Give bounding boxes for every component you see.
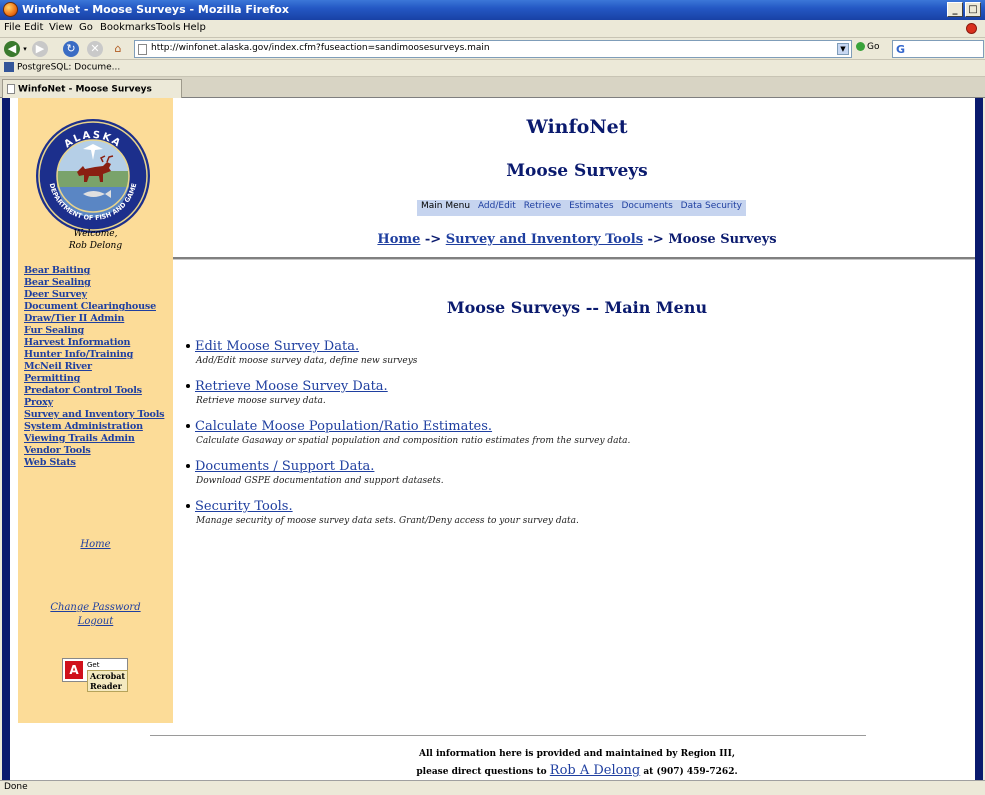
window-title: WinfoNet - Moose Surveys - Mozilla Firef… — [22, 3, 289, 16]
address-url[interactable]: http://winfonet.alaska.gov/index.cfm?fus… — [151, 43, 490, 53]
list-item: Security Tools. Manage security of moose… — [186, 495, 946, 535]
sidebar-item-web-stats[interactable]: Web Stats — [24, 457, 76, 468]
tab-moose-surveys[interactable]: WinfoNet - Moose Surveys — [2, 79, 182, 98]
stop-button[interactable]: ✕ — [87, 41, 103, 57]
security-tools-link[interactable]: Security Tools. — [195, 499, 293, 514]
page-icon — [7, 84, 15, 94]
reload-button[interactable]: ↻ — [63, 41, 79, 57]
browser-window: WinfoNet - Moose Surveys - Mozilla Firef… — [0, 0, 985, 795]
change-password-link[interactable]: Change Password — [18, 602, 173, 613]
acrobat-brand-1: Acrobat — [90, 671, 126, 681]
breadcrumb-home[interactable]: Home — [377, 232, 420, 247]
breadcrumb: Home -> Survey and Inventory Tools -> Mo… — [173, 232, 975, 247]
breadcrumb-separator: -> — [420, 232, 446, 247]
list-item: Calculate Moose Population/Ratio Estimat… — [186, 415, 946, 455]
search-box[interactable]: G — [892, 40, 984, 58]
search-engine-icon[interactable]: G — [896, 43, 905, 56]
bullet-icon — [186, 423, 190, 428]
address-bar[interactable]: http://winfonet.alaska.gov/index.cfm?fus… — [134, 40, 852, 58]
welcome-user: Rob Delong — [68, 241, 123, 251]
maximize-button[interactable]: □ — [965, 2, 981, 17]
item-description: Retrieve moose survey data. — [196, 396, 326, 406]
menu-bookmarks[interactable]: Bookmarks — [100, 22, 156, 33]
back-dropdown-icon[interactable]: ▾ — [21, 41, 29, 57]
documents-support-data-link[interactable]: Documents / Support Data. — [195, 459, 374, 474]
activity-indicator-icon — [966, 23, 977, 34]
top-nav: Main Menu Add/Edit Retrieve Estimates Do… — [417, 200, 746, 216]
main-menu-list: Edit Moose Survey Data. Add/Edit moose s… — [186, 335, 946, 535]
topnav-documents[interactable]: Documents — [621, 201, 672, 211]
item-description: Manage security of moose survey data set… — [196, 516, 579, 526]
breadcrumb-survey-inventory-tools[interactable]: Survey and Inventory Tools — [446, 232, 643, 247]
get-acrobat-reader-button[interactable]: A Get Acrobat Reader — [62, 658, 129, 692]
item-description: Calculate Gasaway or spatial population … — [196, 436, 631, 446]
home-button[interactable]: ⌂ — [110, 41, 126, 57]
site-title: WinfoNet — [526, 116, 628, 138]
app-title: Moose Surveys — [506, 161, 648, 181]
retrieve-moose-survey-data-link[interactable]: Retrieve Moose Survey Data. — [195, 379, 388, 394]
bookmarks-toolbar: PostgreSQL: Docume... — [0, 60, 985, 77]
topnav-main-menu[interactable]: Main Menu — [421, 201, 470, 211]
status-text: Done — [4, 782, 28, 792]
welcome-label: Welcome, — [73, 229, 118, 239]
title-bar: WinfoNet - Moose Surveys - Mozilla Firef… — [0, 0, 985, 20]
bullet-icon — [186, 383, 190, 388]
postgresql-icon — [4, 62, 14, 72]
footer-line-1: All information here is provided and mai… — [418, 749, 735, 759]
acrobat-get-label: Get — [87, 661, 100, 669]
tab-bar: WinfoNet - Moose Surveys — [0, 77, 985, 98]
bullet-icon — [186, 503, 190, 508]
address-dropdown-icon[interactable]: ▼ — [837, 43, 849, 55]
back-button[interactable]: ◀ — [4, 41, 20, 57]
menu-bar: File Edit View Go Bookmarks Tools Help — [0, 20, 985, 38]
breadcrumb-separator: -> — [643, 232, 669, 247]
menu-file[interactable]: File — [4, 22, 21, 33]
page-viewport: ALASKA DEPARTMENT OF FISH AND GAME Welco… — [2, 98, 983, 780]
list-item: Documents / Support Data. Download GSPE … — [186, 455, 946, 495]
minimize-button[interactable]: _ — [947, 2, 963, 17]
calculate-estimates-link[interactable]: Calculate Moose Population/Ratio Estimat… — [195, 419, 492, 434]
page-heading: Moose Surveys -- Main Menu — [446, 298, 708, 317]
menu-help[interactable]: Help — [183, 22, 206, 33]
topnav-estimates[interactable]: Estimates — [569, 201, 613, 211]
bookmark-postgresql[interactable]: PostgreSQL: Docume... — [4, 62, 120, 73]
item-description: Add/Edit moose survey data, define new s… — [196, 356, 418, 366]
bullet-icon — [186, 463, 190, 468]
navigation-toolbar: ◀ ▾ ▶ ↻ ✕ ⌂ http://winfonet.alaska.gov/i… — [0, 38, 985, 60]
adobe-icon: A — [65, 661, 83, 679]
menu-view[interactable]: View — [49, 22, 73, 33]
footer-line-2: please direct questions to Rob A Delong … — [416, 763, 738, 778]
firefox-icon — [3, 2, 18, 17]
page-icon — [138, 44, 147, 55]
item-description: Download GSPE documentation and support … — [196, 476, 444, 486]
menu-tools[interactable]: Tools — [156, 22, 181, 33]
menu-go[interactable]: Go — [79, 22, 93, 33]
footer: All information here is provided and mai… — [173, 745, 975, 780]
forward-button[interactable]: ▶ — [32, 41, 48, 57]
topnav-add-edit[interactable]: Add/Edit — [478, 201, 516, 211]
edit-moose-survey-data-link[interactable]: Edit Moose Survey Data. — [195, 339, 359, 354]
sidebar: ALASKA DEPARTMENT OF FISH AND GAME Welco… — [18, 98, 173, 723]
go-icon — [856, 42, 865, 51]
logout-link[interactable]: Logout — [18, 616, 173, 627]
bullet-icon — [186, 343, 190, 348]
sidebar-home-link[interactable]: Home — [18, 539, 173, 550]
menu-edit[interactable]: Edit — [24, 22, 43, 33]
status-bar: Done — [0, 780, 985, 795]
footer-divider — [150, 735, 866, 736]
contact-link[interactable]: Rob A Delong — [550, 763, 640, 778]
list-item: Edit Moose Survey Data. Add/Edit moose s… — [186, 335, 946, 375]
header-divider — [173, 257, 975, 260]
acrobat-brand-2: Reader — [90, 681, 122, 691]
topnav-retrieve[interactable]: Retrieve — [524, 201, 562, 211]
list-item: Retrieve Moose Survey Data. Retrieve moo… — [186, 375, 946, 415]
go-button[interactable]: Go — [856, 42, 879, 52]
topnav-data-security[interactable]: Data Security — [681, 201, 742, 211]
sidebar-nav: Bear Baiting Bear Sealing Deer Survey Do… — [24, 258, 172, 468]
adfg-logo: ALASKA DEPARTMENT OF FISH AND GAME — [33, 116, 153, 236]
breadcrumb-current: Moose Surveys — [668, 232, 777, 247]
